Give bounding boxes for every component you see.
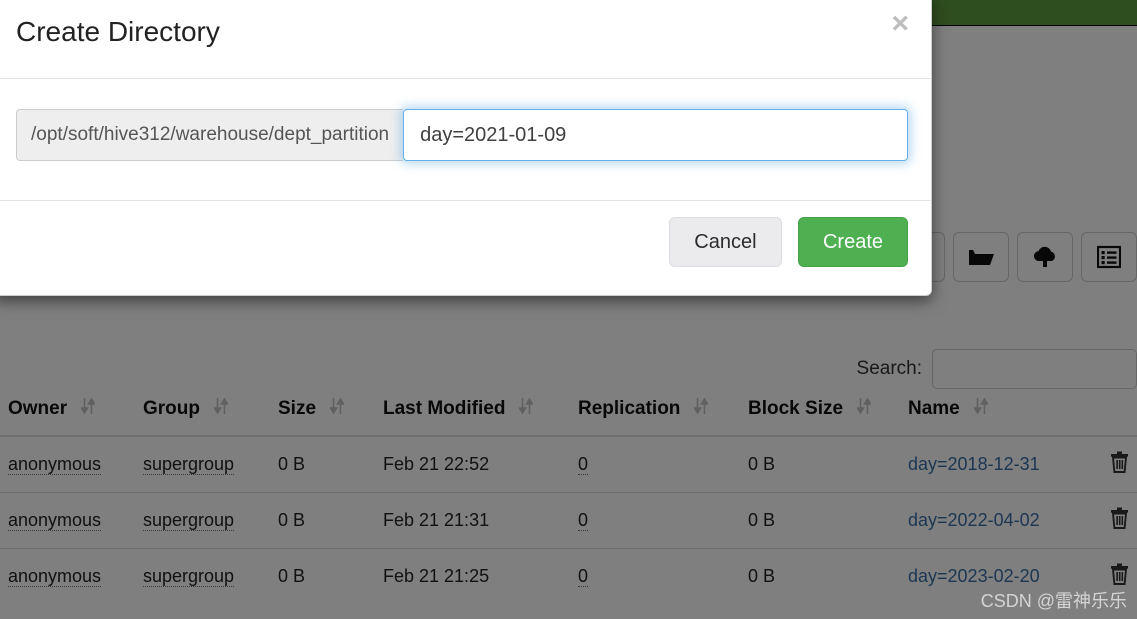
modal-header: Create Directory ×: [0, 0, 931, 79]
create-directory-modal: Create Directory × /opt/soft/hive312/war…: [0, 0, 932, 296]
cancel-button[interactable]: Cancel: [669, 217, 782, 267]
close-icon[interactable]: ×: [891, 9, 909, 39]
modal-footer: Cancel Create: [0, 201, 931, 296]
create-button[interactable]: Create: [797, 217, 908, 267]
directory-name-input[interactable]: [403, 109, 908, 161]
hdfs-file-browser-page: Search: Owner: [0, 0, 1137, 619]
modal-body: /opt/soft/hive312/warehouse/dept_partiti…: [0, 79, 931, 201]
path-prefix-addon: /opt/soft/hive312/warehouse/dept_partiti…: [16, 109, 404, 161]
directory-path-input-group: /opt/soft/hive312/warehouse/dept_partiti…: [16, 109, 908, 161]
modal-title: Create Directory: [16, 16, 220, 47]
